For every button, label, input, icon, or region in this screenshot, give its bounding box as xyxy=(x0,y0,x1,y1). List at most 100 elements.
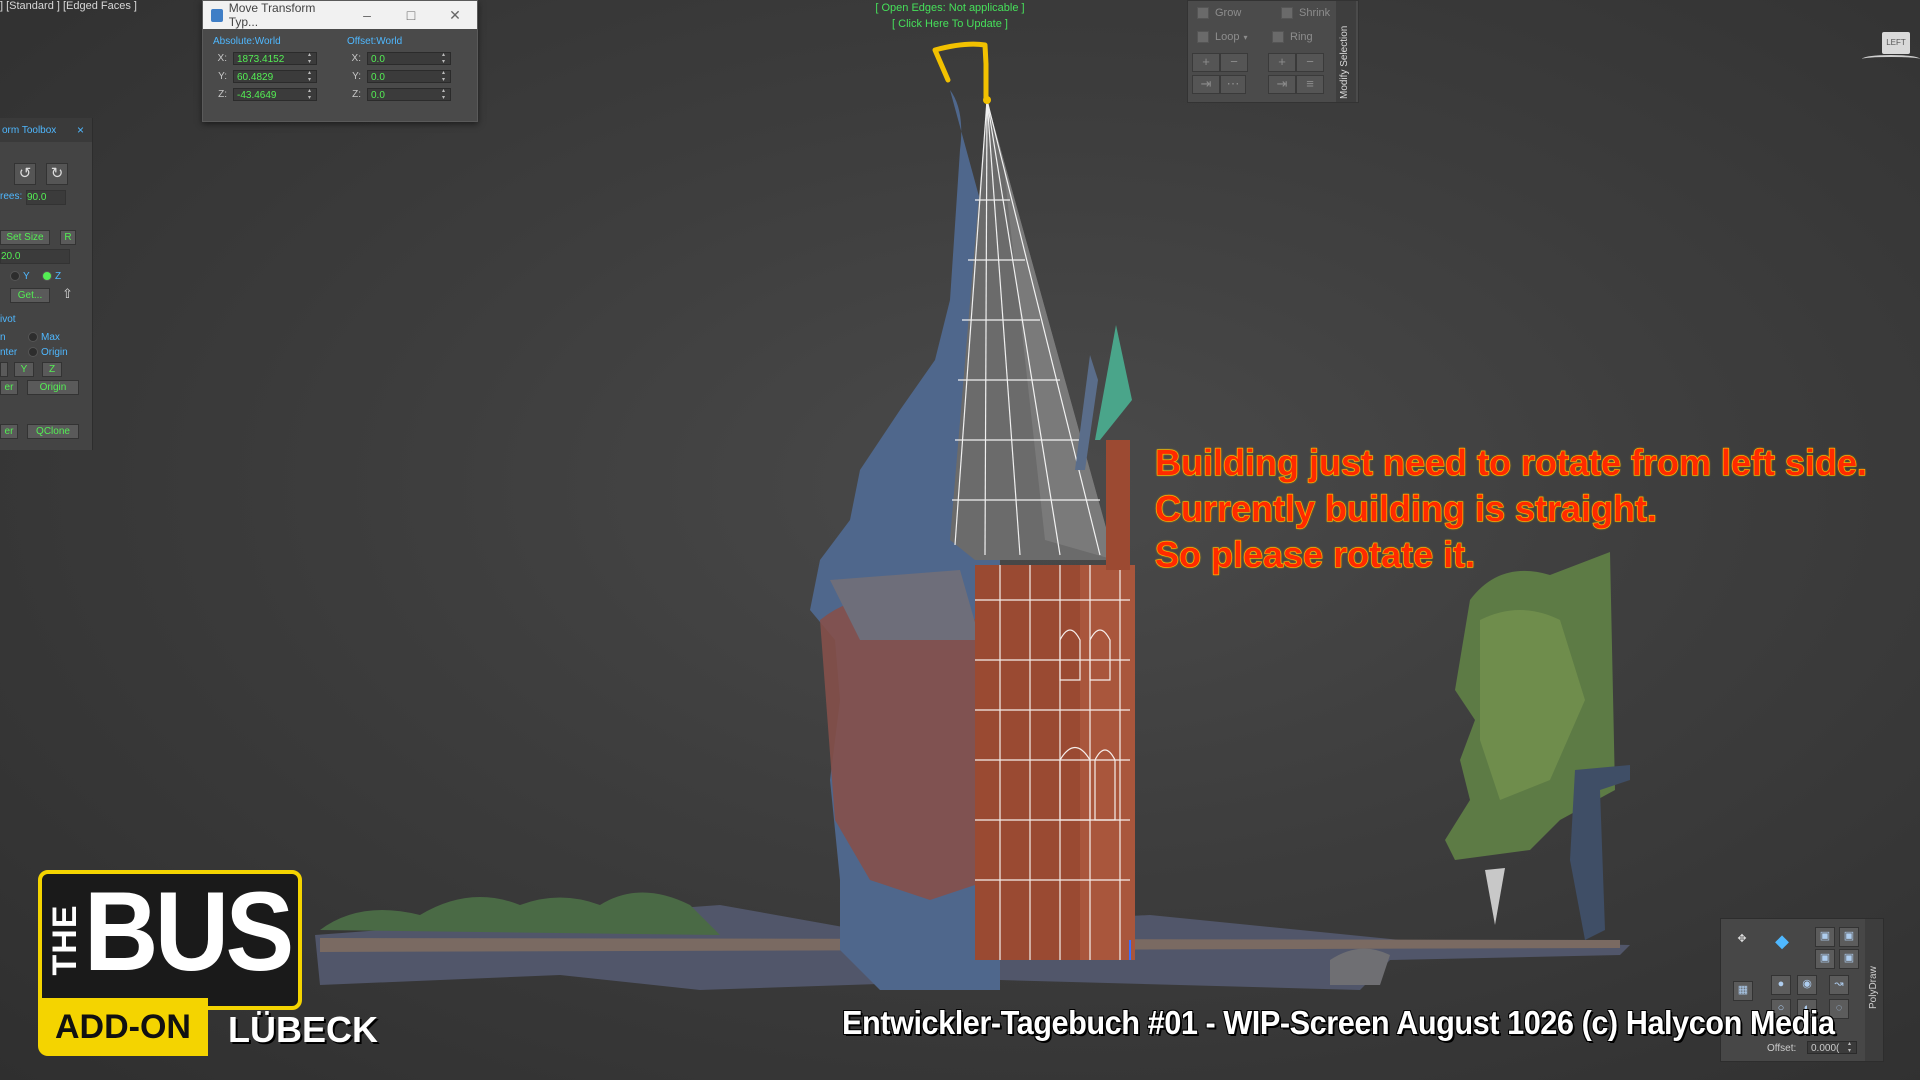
logo-box: THE BUS xyxy=(38,869,302,1010)
ring-plus-button[interactable]: + xyxy=(1268,53,1296,72)
update-link[interactable]: [ Click Here To Update ] xyxy=(850,16,1050,32)
pivot-max-radio[interactable]: Max xyxy=(28,332,60,343)
pivot-option-n[interactable]: n xyxy=(0,332,6,343)
axis-y-radio[interactable]: Y xyxy=(10,271,30,282)
ring-minus-button[interactable]: − xyxy=(1296,53,1324,72)
modify-selection-tab[interactable]: Modify Selection xyxy=(1336,1,1356,102)
polydraw-tab[interactable]: PolyDraw xyxy=(1865,919,1883,1061)
logo-city: LÜBECK xyxy=(228,1009,378,1050)
radio-icon xyxy=(28,332,38,343)
center-button[interactable]: er xyxy=(0,424,18,439)
viewport-label[interactable]: ] [Standard ] [Edged Faces ] xyxy=(0,0,137,12)
abs-y-spinner[interactable]: 60.4829 xyxy=(233,69,317,84)
draw-icon-4[interactable]: ▣ xyxy=(1839,949,1859,969)
draw-icon-3[interactable]: ▣ xyxy=(1815,949,1835,969)
off-x-label: X: xyxy=(351,52,361,64)
close-button[interactable]: ✕ xyxy=(433,7,477,24)
toolbox-title: orm Toolbox xyxy=(2,124,57,136)
ring-shift-button[interactable]: ⇥ xyxy=(1268,75,1296,94)
brush-icon[interactable]: ◆ xyxy=(1773,932,1791,951)
tree-trunk xyxy=(1570,765,1630,940)
degrees-label: rees: xyxy=(0,191,23,202)
absolute-world-title: Absolute:World xyxy=(213,36,281,47)
r-button[interactable]: R xyxy=(60,230,76,245)
abs-z-label: Z: xyxy=(218,88,227,100)
loop-more-button[interactable]: ⋯ xyxy=(1220,75,1246,94)
radio-icon xyxy=(10,271,20,282)
globe-icon[interactable]: ◉ xyxy=(1797,975,1817,995)
off-y-spinner[interactable]: 0.0 xyxy=(367,69,451,84)
shrink-button[interactable]: Shrink xyxy=(1281,7,1330,19)
center-pivot-button[interactable]: er xyxy=(0,380,18,395)
abs-z-spinner[interactable]: -43.4649 xyxy=(233,87,317,102)
toolbox-close-icon[interactable]: × xyxy=(77,123,84,137)
open-edges-text: [ Open Edges: Not applicable ] xyxy=(875,2,1025,14)
pivot-option-center[interactable]: nter xyxy=(0,347,17,358)
loop-shift-button[interactable]: ⇥ xyxy=(1192,75,1220,94)
pivot-z-button[interactable]: Z xyxy=(42,362,62,377)
axis-z-radio[interactable]: Z xyxy=(42,271,61,282)
viewcube[interactable]: LEFT xyxy=(1882,32,1910,54)
the-bus-logo: THE BUS ADD-ON LÜBECK xyxy=(38,869,378,1060)
open-edges-status[interactable]: [ Open Edges: Not applicable ] [ Click H… xyxy=(850,0,1050,32)
footer-caption: Entwickler-Tagebuch #01 - WIP-Screen Aug… xyxy=(842,1004,1835,1041)
bushes-left xyxy=(320,892,720,935)
pivot-section-title: ivot xyxy=(0,314,16,325)
minimize-button[interactable]: – xyxy=(345,7,389,24)
size-spinner[interactable]: 20.0 xyxy=(0,249,70,264)
logo-bus: BUS xyxy=(84,869,294,994)
move-cursor-icon[interactable]: ✥ xyxy=(1733,931,1751,949)
graph-icon[interactable]: ▦ xyxy=(1733,981,1753,1001)
annotation-line-2: Currently building is straight. xyxy=(1154,487,1658,529)
grow-button[interactable]: Grow xyxy=(1197,7,1241,19)
offset-spinner[interactable]: 0.000( xyxy=(1807,1041,1857,1055)
maximize-button[interactable]: □ xyxy=(389,7,433,24)
pivot-y-button[interactable]: Y xyxy=(14,362,34,377)
annotation-line-1: Building just need to rotate from left s… xyxy=(1154,441,1868,483)
annotation-text: Building just need to rotate from left s… xyxy=(1154,440,1868,578)
pivot-origin-radio[interactable]: Origin xyxy=(28,347,68,358)
wireframe-tower xyxy=(950,99,1135,960)
viewcube-ring[interactable] xyxy=(1862,55,1920,63)
draw-icon-2[interactable]: ▣ xyxy=(1839,927,1859,947)
radio-icon xyxy=(42,271,52,282)
logo-the: THE xyxy=(46,904,84,976)
pivot-x-button[interactable] xyxy=(0,362,8,377)
loop-minus-button[interactable]: − xyxy=(1220,53,1248,72)
get-button[interactable]: Get... xyxy=(10,288,50,303)
curve-icon[interactable]: ↝ xyxy=(1829,975,1849,995)
set-size-button[interactable]: Set Size xyxy=(0,230,50,245)
ring-button[interactable]: Ring xyxy=(1272,31,1313,43)
toolbox-header[interactable]: orm Toolbox × xyxy=(0,118,92,142)
loop-plus-button[interactable]: + xyxy=(1192,53,1220,72)
offset-label: Offset: xyxy=(1767,1043,1797,1054)
abs-x-spinner[interactable]: 1873.4152 xyxy=(233,51,317,66)
off-z-label: Z: xyxy=(352,88,361,100)
loop-icon xyxy=(1197,31,1209,43)
dialog-titlebar[interactable]: Move Transform Typ... – □ ✕ xyxy=(203,1,477,29)
shrink-icon xyxy=(1281,7,1293,19)
off-z-spinner[interactable]: 0.0 xyxy=(367,87,451,102)
radio-icon xyxy=(28,347,38,358)
degrees-spinner[interactable]: 90.0 xyxy=(26,190,66,205)
ring-more-button[interactable]: ≡ xyxy=(1296,75,1324,94)
logo-addon: ADD-ON xyxy=(38,998,208,1056)
origin-button[interactable]: Origin xyxy=(27,380,79,395)
absolute-world-group: Absolute:World X: 1873.4152 Y: 60.4829 Z:-… xyxy=(213,36,317,103)
draw-icon-1[interactable]: ▣ xyxy=(1815,927,1835,947)
loop-button[interactable]: Loop ▾ xyxy=(1197,31,1248,43)
grow-icon xyxy=(1197,7,1209,19)
rotate-ccw-icon[interactable]: ↺ xyxy=(14,163,36,185)
move-transform-dialog: Move Transform Typ... – □ ✕ Absolute:Wor… xyxy=(202,0,478,122)
sphere-icon[interactable]: ● xyxy=(1771,975,1791,995)
pin-icon[interactable]: ⇧ xyxy=(62,286,73,302)
annotation-line-3: So please rotate it. xyxy=(1154,533,1476,575)
off-x-spinner[interactable]: 0.0 xyxy=(367,51,451,66)
ring-icon xyxy=(1272,31,1284,43)
dropdown-arrow-icon: ▾ xyxy=(1243,32,1248,42)
dialog-title: Move Transform Typ... xyxy=(228,1,316,29)
qclone-button[interactable]: QClone xyxy=(27,424,79,439)
app-icon xyxy=(211,8,223,22)
rotate-cw-icon[interactable]: ↻ xyxy=(46,163,68,185)
transform-toolbox: orm Toolbox × ↺ ↻ rees: 90.0 Set Size R … xyxy=(0,118,93,450)
